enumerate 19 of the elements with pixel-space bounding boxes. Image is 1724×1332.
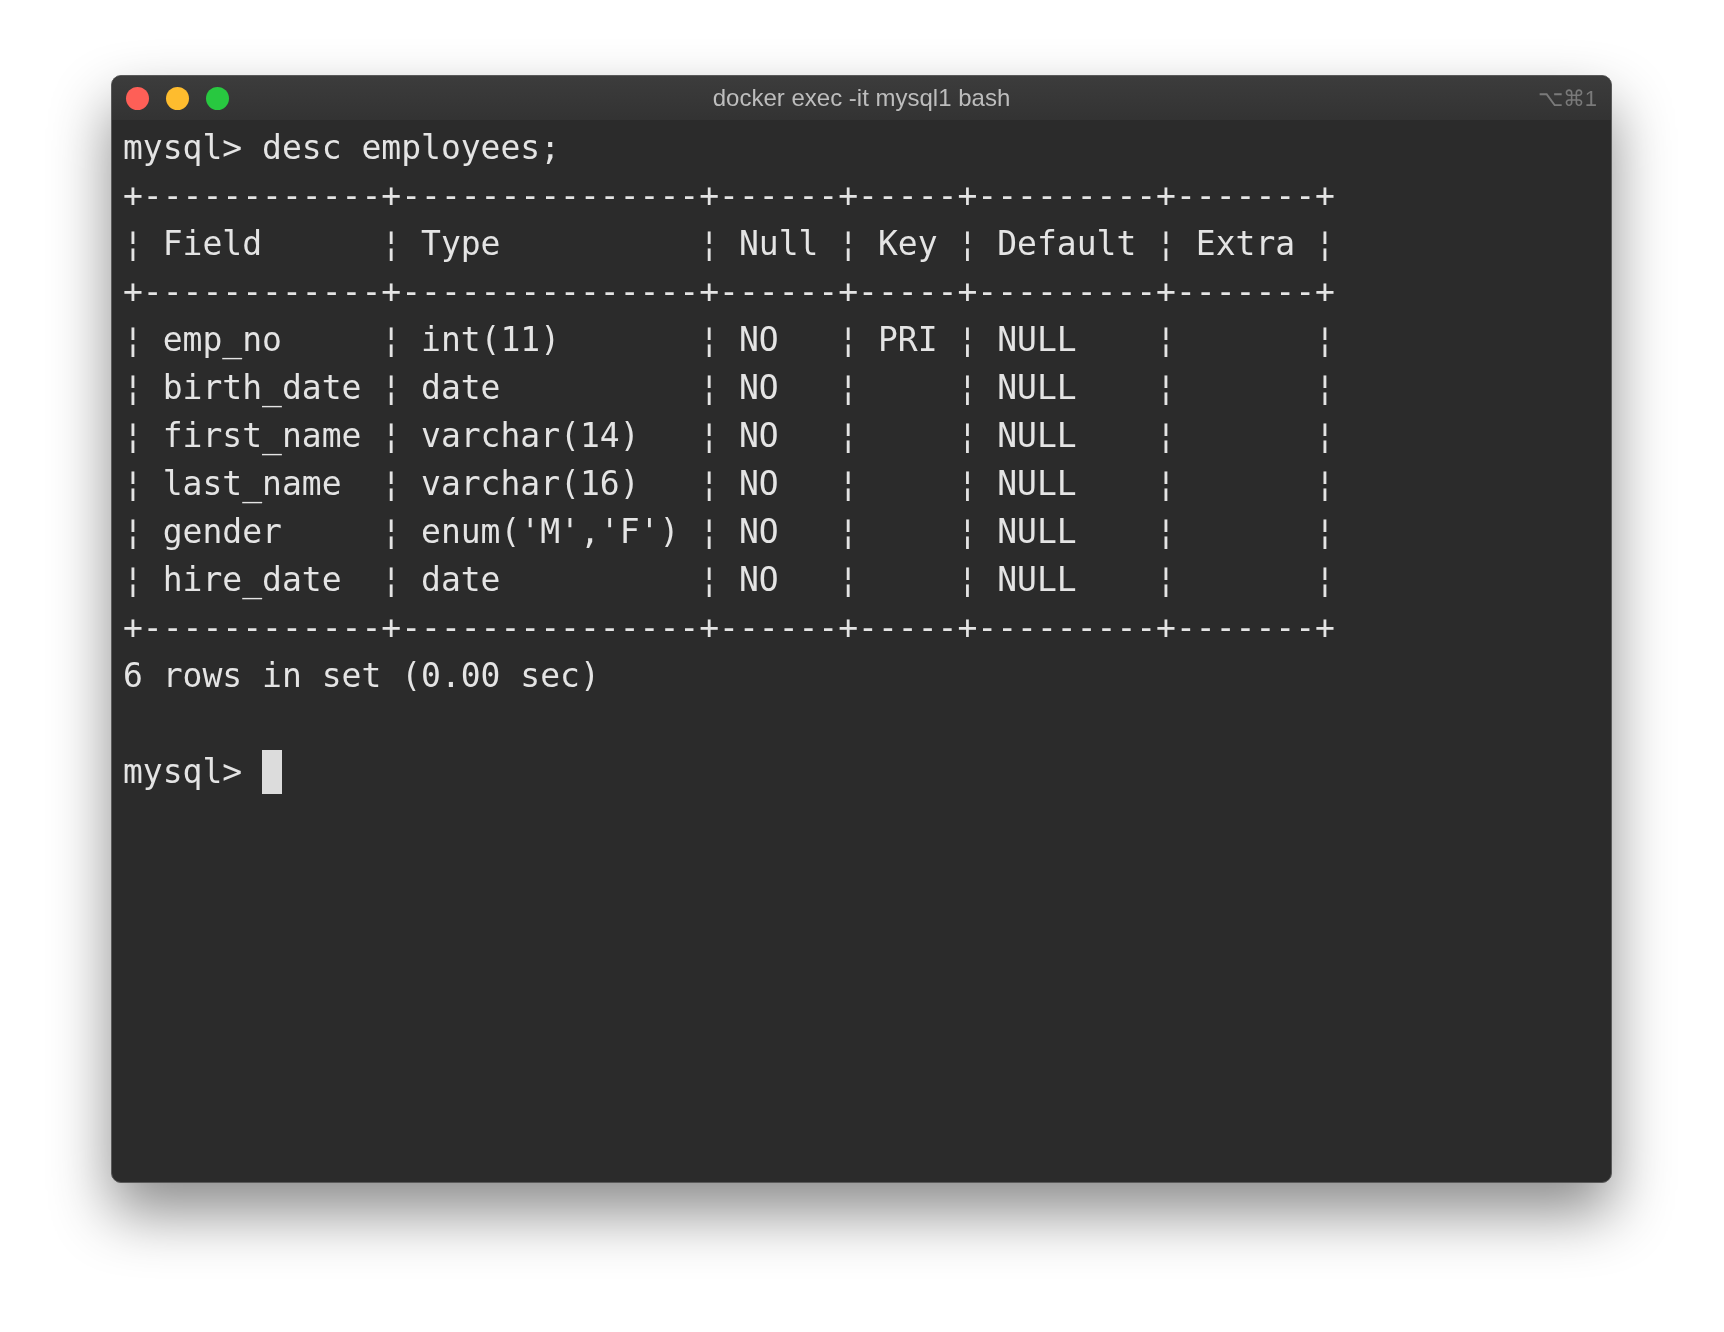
terminal-line: ¦ birth_date ¦ date ¦ NO ¦ ¦ NULL ¦ ¦	[123, 367, 1335, 410]
terminal-line: +------------+---------------+------+-----+---------+-------+	[123, 175, 1335, 217]
terminal-line: ¦ last_name ¦ varchar(16) ¦ NO ¦ ¦ NULL ¦ ¦	[123, 463, 1335, 506]
terminal-line: +------------+---------------+------+-----+---------+-------+	[123, 607, 1335, 649]
terminal-line: mysql> desc employees;	[123, 127, 561, 169]
terminal-line: ¦ gender ¦ enum('M','F') ¦ NO ¦ ¦ NULL ¦ ¦	[123, 511, 1335, 553]
minimize-icon[interactable]	[166, 86, 189, 110]
shortcut-label: ⌥⌘1	[1537, 84, 1597, 113]
text-cursor	[262, 750, 283, 794]
prompt-text: mysql>	[123, 751, 243, 793]
terminal-line: 6 rows in set (0.00 sec)	[123, 655, 600, 697]
terminal-line: +------------+---------------+------+-----+---------+-------+	[123, 271, 1335, 313]
maximize-icon[interactable]	[206, 86, 229, 110]
close-icon[interactable]	[126, 86, 149, 110]
terminal-line: ¦ Field ¦ Type ¦ Null ¦ Key ¦ Default ¦ Extra ¦	[123, 223, 1335, 265]
terminal-line: ¦ first_name ¦ varchar(14) ¦ NO ¦ ¦ NULL ¦ ¦	[123, 415, 1335, 458]
window-title: docker exec -it mysql1 bash	[712, 83, 1011, 113]
terminal-line: ¦ emp_no ¦ int(11) ¦ NO ¦ PRI ¦ NULL ¦ ¦	[123, 319, 1335, 362]
terminal-line: ¦ hire_date ¦ date ¦ NO ¦ ¦ NULL ¦ ¦	[123, 559, 1335, 602]
